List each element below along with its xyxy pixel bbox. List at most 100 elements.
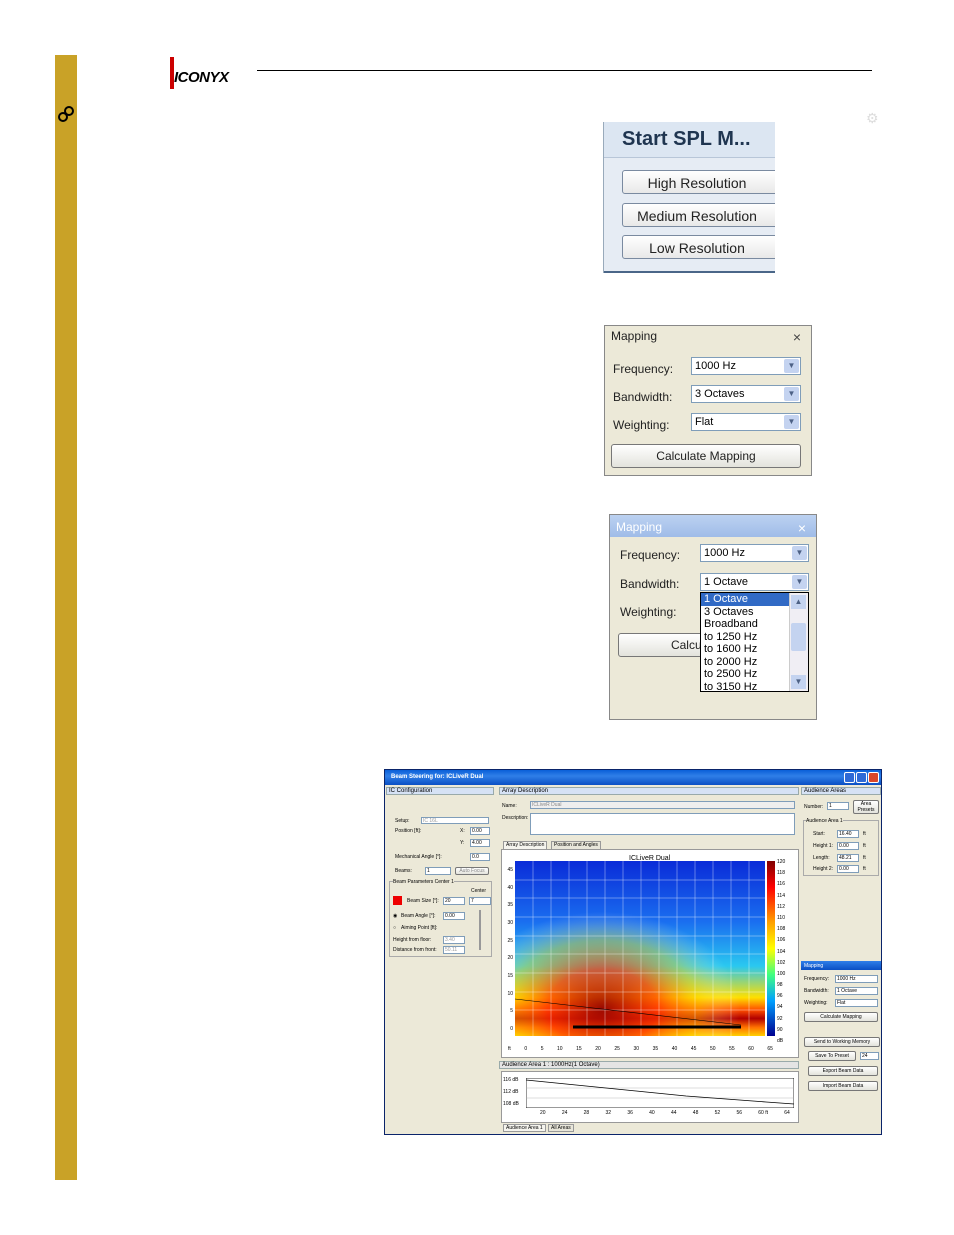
y-input[interactable]: 4.00 <box>470 839 490 847</box>
chevron-down-icon: ▼ <box>792 575 807 589</box>
weighting-label: Weighting: <box>620 605 677 619</box>
tab-position-angles[interactable]: Position and Angles <box>551 841 601 849</box>
beam-angle-input[interactable]: 0.00 <box>443 912 465 920</box>
beam-params-label: Beam Parameters Center 1 <box>393 879 454 885</box>
audience-areas-header: Audience Areas <box>801 787 881 795</box>
chevron-down-icon: ▼ <box>792 546 807 560</box>
length-input[interactable]: 48.21 <box>837 854 859 862</box>
bandwidth-label: Bandwidth: <box>620 577 680 591</box>
height1-input[interactable]: 0.00 <box>837 842 859 850</box>
chevron-down-icon[interactable]: ▼ <box>791 675 806 689</box>
frequency-select[interactable]: 1000 Hz ▼ <box>700 544 809 562</box>
high-resolution-button[interactable]: High Resolution <box>622 170 775 194</box>
auto-focus-button[interactable]: Auto Focus <box>455 867 489 875</box>
db-colorbar <box>767 861 775 1036</box>
unit-label: ft <box>863 866 866 872</box>
name-label: Name: <box>502 803 517 809</box>
array-desc-header: Array Description <box>499 787 799 795</box>
height2-label: Height 2: <box>813 866 834 872</box>
tab-all-areas[interactable]: All Areas <box>548 1124 574 1132</box>
export-beam-data-button[interactable]: Export Beam Data <box>808 1066 878 1076</box>
preset-stepper[interactable]: 24 <box>860 1052 879 1060</box>
scrollbar-thumb[interactable] <box>791 623 806 651</box>
audience-bar: Audience Area 1 : 1000Hz(1 Octave) <box>499 1061 799 1069</box>
radio-button[interactable]: ○ <box>393 925 396 931</box>
height-floor-label: Height from floor: <box>393 937 432 943</box>
chevron-down-icon: ▼ <box>784 359 799 373</box>
start-input[interactable]: 16.40 <box>837 830 859 838</box>
beam-angle-label: Beam Angle [°]: <box>401 913 436 919</box>
mapping-dialog: Mapping × Frequency: 1000 Hz ▼ Bandwidth:… <box>604 325 812 476</box>
frequency-select[interactable]: 1000 Hz ▼ <box>691 357 801 375</box>
center-slider[interactable] <box>479 910 481 950</box>
y-label: Y: <box>460 840 465 846</box>
close-icon[interactable]: × <box>793 329 801 345</box>
area-presets-button[interactable]: Area Presets <box>853 800 879 814</box>
setup-select[interactable]: IC 16L <box>421 817 489 824</box>
bandwidth-dropdown-list[interactable]: 1 Octave 3 Octaves Broadband to 1250 Hz … <box>700 592 809 692</box>
position-label: Position [ft]: <box>395 828 422 834</box>
spl-line <box>526 1078 794 1108</box>
close-button[interactable] <box>868 772 879 783</box>
maximize-button[interactable] <box>856 772 867 783</box>
description-textarea[interactable] <box>530 813 795 835</box>
bandwidth-select[interactable]: 3 Octaves ▼ <box>691 385 801 403</box>
radio-button[interactable]: ◉ <box>393 913 397 919</box>
number-select[interactable]: 1 <box>827 802 849 810</box>
calculate-mapping-button[interactable]: Calculate Mapping <box>611 444 801 468</box>
wt-label: Weighting: <box>804 1000 828 1006</box>
mapping-title: Mapping <box>616 520 663 534</box>
name-input[interactable]: ICLiveR Dual <box>530 801 795 809</box>
unit-label: ft <box>863 831 866 837</box>
save-preset-button[interactable]: Save To Preset <box>808 1051 856 1061</box>
bw-select[interactable]: 1 Octave <box>835 987 878 995</box>
mapping-header: Mapping <box>801 961 881 970</box>
weighting-select[interactable]: Flat ▼ <box>691 413 801 431</box>
tab-array-description[interactable]: Array Description <box>503 841 548 849</box>
bandwidth-select[interactable]: 1 Octave ▼ <box>700 573 809 591</box>
frequency-label: Frequency: <box>613 362 674 376</box>
mech-angle-input[interactable]: 0.0 <box>470 853 490 861</box>
close-icon[interactable]: × <box>798 520 806 536</box>
minimize-button[interactable] <box>844 772 855 783</box>
send-working-memory-button[interactable]: Send to Working Memory <box>804 1037 880 1047</box>
center-select[interactable]: 7 <box>469 897 491 905</box>
beams-select[interactable]: 1 <box>425 867 451 875</box>
audience-area-label: Audience Area 1 <box>806 818 843 824</box>
import-beam-data-button[interactable]: Import Beam Data <box>808 1081 878 1091</box>
beam-steering-window: Beam Steering for: ICLiveR Dual IC Confi… <box>384 769 882 1135</box>
settings-icon: ⚙ <box>866 110 879 126</box>
gold-sidebar <box>55 55 77 1180</box>
spl-heatmap <box>515 861 765 1036</box>
mech-angle-label: Mechanical Angle [°]: <box>395 854 442 860</box>
beam-color-swatch[interactable] <box>393 896 402 905</box>
wt-select[interactable]: Flat <box>835 999 878 1007</box>
medium-resolution-button[interactable]: Medium Resolution <box>622 203 775 227</box>
header-rule <box>257 70 872 71</box>
beams-label: Beams: <box>395 868 412 874</box>
scrollbar[interactable]: ▲ ▼ <box>789 593 808 691</box>
window-title: Beam Steering for: ICLiveR Dual <box>385 770 881 785</box>
chevron-down-icon: ▼ <box>784 387 799 401</box>
link-icon <box>58 106 74 122</box>
y-axis-ticks: 45 40 35 30 25 20 15 10 50 <box>507 867 513 1032</box>
x-input[interactable]: 0.00 <box>470 827 490 835</box>
chevron-up-icon[interactable]: ▲ <box>791 595 806 609</box>
start-spl-panel: Start SPL M... High Resolution Medium Re… <box>603 122 775 273</box>
spl-title: Start SPL M... <box>604 122 775 158</box>
description-label: Description: <box>502 815 529 821</box>
aiming-point-label: Aiming Point [ft]: <box>401 925 438 931</box>
distance-front-input[interactable]: 50.11 <box>443 946 465 954</box>
line-y-ticks: 116 dB 112 dB 108 dB <box>503 1077 519 1107</box>
height-floor-input[interactable]: 3.40 <box>443 936 465 944</box>
freq-select[interactable]: 1000 Hz <box>835 975 878 983</box>
height2-input[interactable]: 0.00 <box>837 865 859 873</box>
beam-size-select[interactable]: 20 <box>443 897 465 905</box>
x-axis-ticks: ft 0 5 10 15 20 25 30 35 40 45 50 55 60 65 <box>508 1046 773 1052</box>
calculate-mapping-button[interactable]: Calculate Mapping <box>804 1012 878 1022</box>
tab-audience-area-1[interactable]: Audience Area 1 <box>503 1124 546 1132</box>
low-resolution-button[interactable]: Low Resolution <box>622 235 775 259</box>
unit-label: ft <box>863 843 866 849</box>
audience-line-plot: 116 dB 112 dB 108 dB 20 24 28 32 36 40 44 48… <box>501 1071 799 1123</box>
iconyx-logo: ICONYX <box>170 55 229 91</box>
